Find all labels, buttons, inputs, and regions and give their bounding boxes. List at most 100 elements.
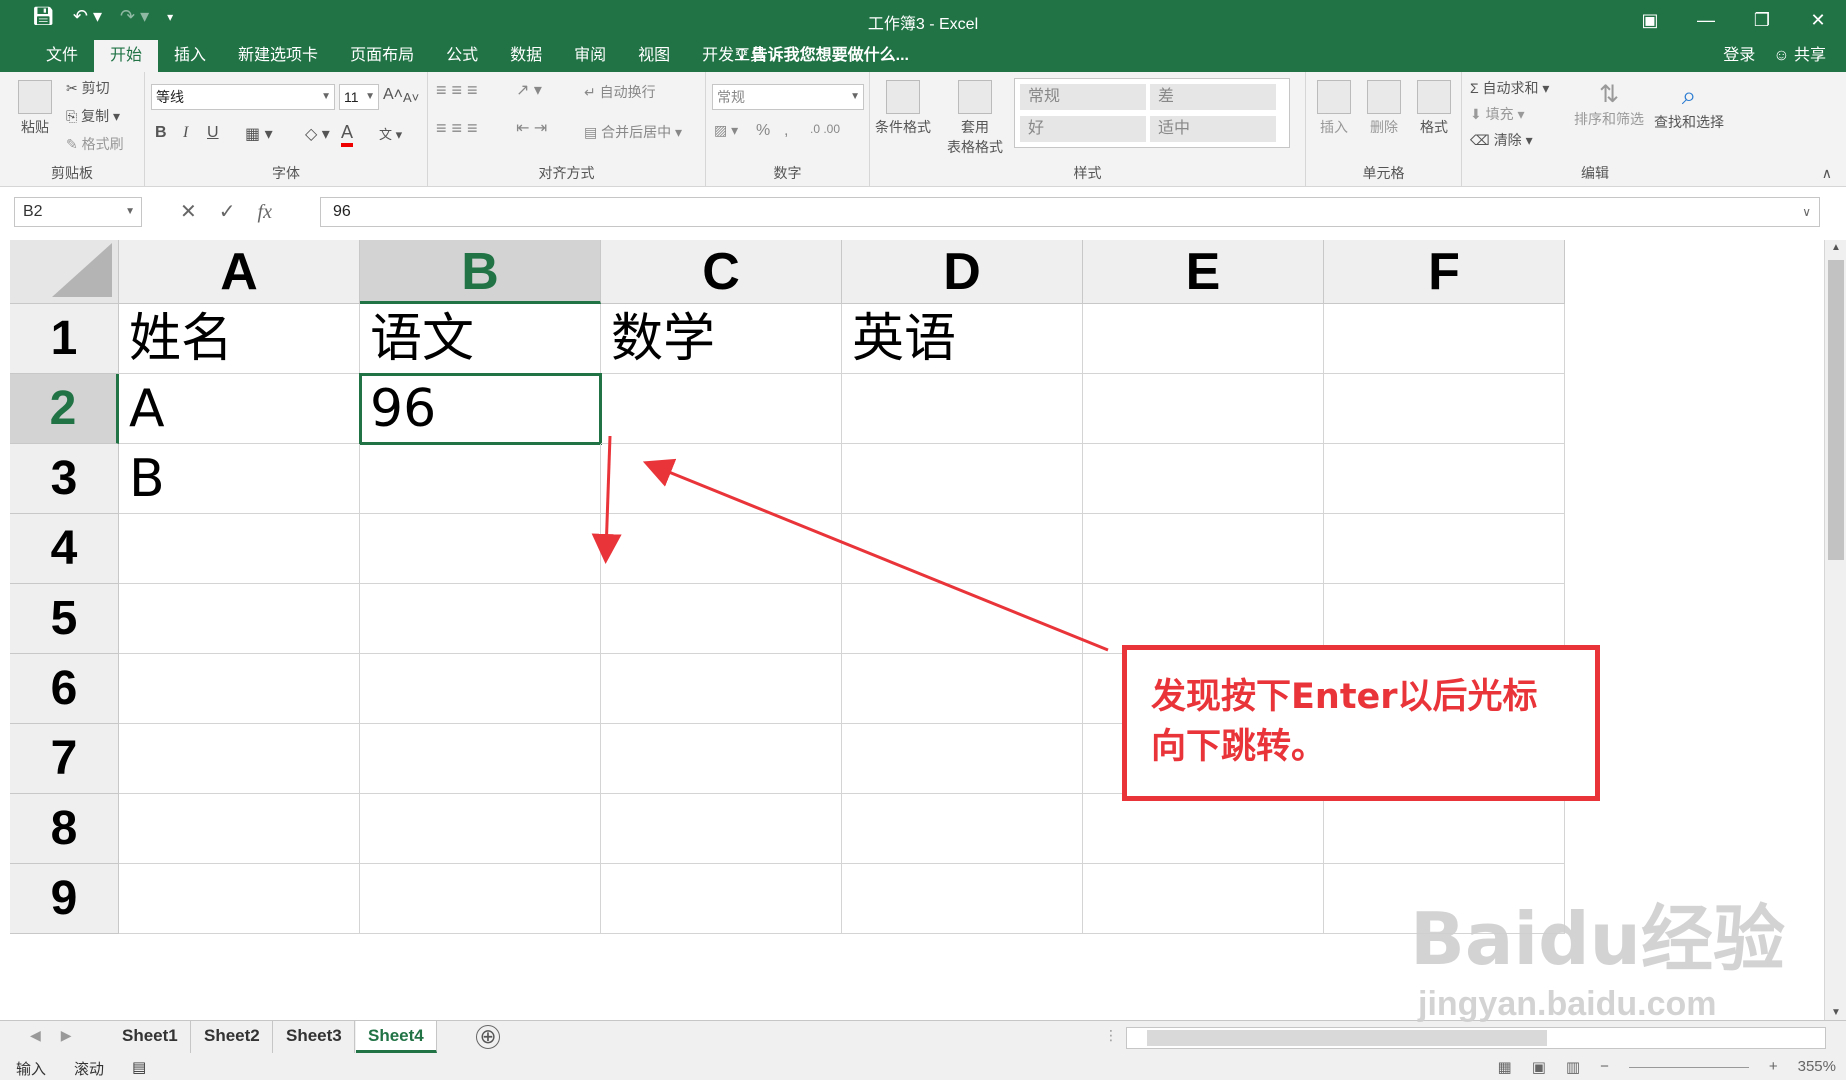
tab-4[interactable]: 页面布局 xyxy=(334,40,430,72)
cell-b5[interactable] xyxy=(360,584,601,654)
cell-d6[interactable] xyxy=(842,654,1083,724)
wrap-text-button[interactable]: ↵ 自动换行 xyxy=(584,82,656,102)
cell-b2[interactable]: 96 xyxy=(359,373,602,445)
macro-record-icon[interactable]: ▤ xyxy=(132,1058,146,1079)
close-icon[interactable]: ✕ xyxy=(1790,0,1846,40)
tab-5[interactable]: 公式 xyxy=(430,40,494,72)
cell-f8[interactable] xyxy=(1324,794,1565,864)
cell-a6[interactable] xyxy=(119,654,360,724)
cell-f4[interactable] xyxy=(1324,514,1565,584)
scroll-down-icon[interactable]: ▼ xyxy=(1825,1007,1846,1018)
cell-d4[interactable] xyxy=(842,514,1083,584)
cell-b6[interactable] xyxy=(360,654,601,724)
tab-0[interactable]: 文件 xyxy=(30,40,94,72)
merge-center-button[interactable]: ▤ 合并后居中 ▾ xyxy=(584,122,682,142)
sheet-tab-sheet4[interactable]: Sheet4 xyxy=(356,1021,437,1053)
table-format-button[interactable]: 套用 表格格式 xyxy=(940,80,1010,157)
sheet-tab-sheet1[interactable]: Sheet1 xyxy=(110,1021,191,1053)
row-header-3[interactable]: 3 xyxy=(10,444,119,514)
row-header-4[interactable]: 4 xyxy=(10,514,119,584)
column-header-f[interactable]: F xyxy=(1324,240,1565,304)
number-format-select[interactable]: 常规 ▼ xyxy=(712,84,864,110)
comma-button[interactable]: , xyxy=(784,122,788,140)
page-layout-icon[interactable]: ▣ xyxy=(1532,1058,1546,1076)
expand-formula-icon[interactable]: ∨ xyxy=(1802,198,1811,226)
conditional-format-button[interactable]: 条件格式 xyxy=(874,80,932,137)
column-header-c[interactable]: C xyxy=(601,240,842,304)
cell-d9[interactable] xyxy=(842,864,1083,934)
cell-a2[interactable]: A xyxy=(119,374,360,444)
cell-e4[interactable] xyxy=(1083,514,1324,584)
cell-d3[interactable] xyxy=(842,444,1083,514)
column-header-d[interactable]: D xyxy=(842,240,1083,304)
shrink-font-button[interactable]: A˅ xyxy=(403,90,419,105)
cell-b7[interactable] xyxy=(360,724,601,794)
scroll-up-icon[interactable]: ▲ xyxy=(1825,242,1846,253)
cell-b4[interactable] xyxy=(360,514,601,584)
tab-2[interactable]: 插入 xyxy=(158,40,222,72)
cell-c9[interactable] xyxy=(601,864,842,934)
login-link[interactable]: 登录 xyxy=(1723,40,1755,72)
tell-me-box[interactable]: 💡︎ 告诉我您想要做什么... xyxy=(736,40,909,72)
paste-button[interactable]: 粘贴 xyxy=(18,80,52,137)
select-all-corner[interactable] xyxy=(10,240,119,304)
cell-b3[interactable] xyxy=(360,444,601,514)
cell-e9[interactable] xyxy=(1083,864,1324,934)
tab-3[interactable]: 新建选项卡 xyxy=(222,40,334,72)
cell-d8[interactable] xyxy=(842,794,1083,864)
borders-icon[interactable]: ▦ ▾ xyxy=(245,124,273,144)
name-box[interactable]: B2 ▼ xyxy=(14,197,142,227)
vertical-scrollbar[interactable]: ▲ ▼ xyxy=(1824,240,1846,1020)
tab-8[interactable]: 视图 xyxy=(622,40,686,72)
cell-f1[interactable] xyxy=(1324,304,1565,374)
cell-c7[interactable] xyxy=(601,724,842,794)
underline-button[interactable]: U xyxy=(207,124,219,142)
horizontal-scroll-thumb[interactable] xyxy=(1147,1030,1547,1046)
cell-a7[interactable] xyxy=(119,724,360,794)
style-good[interactable]: 好 xyxy=(1019,115,1147,143)
cut-button[interactable]: ✂ 剪切 xyxy=(66,78,110,98)
fill-color-icon[interactable]: ◇ ▾ xyxy=(305,124,330,144)
style-bad[interactable]: 差 xyxy=(1149,83,1277,111)
tab-7[interactable]: 审阅 xyxy=(558,40,622,72)
autosum-button[interactable]: Σ 自动求和 ▾ xyxy=(1470,78,1549,98)
zoom-slider[interactable] xyxy=(1628,1067,1749,1076)
collapse-ribbon-icon[interactable]: ∧ xyxy=(1822,165,1832,182)
font-size-select[interactable]: 11 ▼ xyxy=(339,84,379,110)
align-top-icon[interactable]: ≡ ≡ ≡ xyxy=(436,80,478,101)
formula-input[interactable]: 96 ∨ xyxy=(320,197,1820,227)
tab-1[interactable]: 开始 xyxy=(94,40,159,72)
cell-c8[interactable] xyxy=(601,794,842,864)
cell-c3[interactable] xyxy=(601,444,842,514)
cell-e2[interactable] xyxy=(1083,374,1324,444)
restore-icon[interactable]: ❐ xyxy=(1734,0,1790,40)
cell-d5[interactable] xyxy=(842,584,1083,654)
cell-a9[interactable] xyxy=(119,864,360,934)
cell-f2[interactable] xyxy=(1324,374,1565,444)
tab-6[interactable]: 数据 xyxy=(494,40,558,72)
find-select-button[interactable]: ⌕ 查找和选择 xyxy=(1654,80,1724,132)
grow-font-button[interactable]: A˄ xyxy=(383,86,403,104)
insert-function-icon[interactable]: fx xyxy=(258,197,272,227)
vertical-scroll-thumb[interactable] xyxy=(1828,260,1844,560)
copy-button[interactable]: ⎘ 复制 ▾ xyxy=(66,106,120,126)
sheet-prev-icon[interactable]: ◀ xyxy=(30,1027,41,1044)
ribbon-display-icon[interactable]: ▣ xyxy=(1622,0,1678,40)
horizontal-scrollbar[interactable] xyxy=(1126,1027,1826,1049)
cell-c2[interactable] xyxy=(601,374,842,444)
sort-filter-button[interactable]: ⇅ 排序和筛选 xyxy=(1574,80,1644,129)
decimal-icon[interactable]: .0 .00 xyxy=(810,122,840,136)
cancel-icon[interactable]: ✕ xyxy=(180,197,197,227)
row-header-2[interactable]: 2 xyxy=(10,374,119,444)
indent-icon[interactable]: ⇤ ⇥ xyxy=(516,118,547,138)
insert-cells-button[interactable]: 插入 xyxy=(1314,80,1354,137)
currency-icon[interactable]: ▨ ▾ xyxy=(714,122,738,139)
cell-b9[interactable] xyxy=(360,864,601,934)
cell-b8[interactable] xyxy=(360,794,601,864)
style-neutral[interactable]: 适中 xyxy=(1149,115,1277,143)
cell-c6[interactable] xyxy=(601,654,842,724)
format-cells-button[interactable]: 格式 xyxy=(1414,80,1454,137)
clear-button[interactable]: ⌫ 清除 ▾ xyxy=(1470,130,1533,150)
row-header-8[interactable]: 8 xyxy=(10,794,119,864)
column-header-b[interactable]: B xyxy=(360,240,601,304)
